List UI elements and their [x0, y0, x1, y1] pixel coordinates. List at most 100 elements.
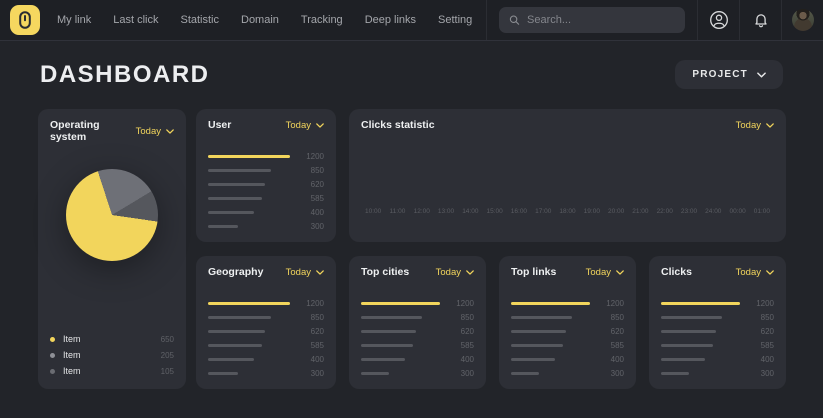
bar-line: [361, 372, 389, 375]
card-title: Top cities: [361, 266, 409, 278]
bar-row: 620: [511, 330, 624, 333]
filter-today-button[interactable]: Today: [736, 120, 774, 131]
bar-value: 585: [448, 342, 474, 350]
account-icon: [709, 10, 729, 30]
chevron-down-icon: [757, 72, 766, 78]
bar-track: [208, 169, 290, 172]
search-area: [487, 7, 697, 33]
bell-icon: [752, 11, 770, 29]
os-legend: Item650Item205Item105: [50, 334, 174, 379]
bar-row: 400: [208, 358, 324, 361]
filter-today-button[interactable]: Today: [286, 267, 324, 278]
bar-line: [208, 316, 271, 319]
bar-track: [661, 358, 740, 361]
logo[interactable]: [10, 5, 40, 35]
project-button[interactable]: PROJECT: [675, 60, 783, 89]
bar-value: 620: [298, 181, 324, 189]
pie-chart-wrap: [50, 169, 174, 261]
profile-button[interactable]: [782, 0, 823, 40]
time-tick-label: 24:00: [701, 208, 725, 215]
bar-value: 850: [598, 314, 624, 322]
cards-row-1: User Today 1200850620585400300 Clicks st…: [196, 109, 786, 242]
bar-value: 300: [298, 223, 324, 231]
search-box[interactable]: [499, 7, 685, 33]
card-clicks: Clicks Today 1200850620585400300: [649, 256, 786, 389]
bar-line: [208, 155, 290, 158]
bar-row: 1200: [208, 302, 324, 305]
notifications-button[interactable]: [740, 0, 781, 40]
search-input[interactable]: [527, 14, 675, 26]
bar-line: [661, 330, 716, 333]
bar-value: 400: [598, 356, 624, 364]
bar-track: [511, 316, 590, 319]
chevron-down-icon: [316, 270, 324, 275]
nav-item-tracking[interactable]: Tracking: [301, 14, 343, 26]
filter-today-button[interactable]: Today: [736, 267, 774, 278]
clicks-labels: 10:0011:0012:0013:0014:0015:0016:0017:00…: [361, 208, 774, 215]
time-tick-label: 13:00: [434, 208, 458, 215]
bar-track: [361, 372, 440, 375]
bar-line: [361, 330, 416, 333]
filter-today-button[interactable]: Today: [436, 267, 474, 278]
bar-track: [511, 372, 590, 375]
bar-row: 400: [208, 211, 324, 214]
bar-line: [361, 344, 413, 347]
card-title: Geography: [208, 266, 263, 278]
avatar: [792, 9, 814, 31]
bar-line: [361, 302, 440, 305]
bar-row: 850: [361, 316, 474, 319]
legend-label: Item: [63, 350, 153, 360]
chevron-down-icon: [166, 129, 174, 134]
bar-line: [361, 316, 422, 319]
filter-label: Today: [136, 126, 161, 137]
nav-item-my-link[interactable]: My link: [57, 14, 91, 26]
account-button[interactable]: [698, 0, 739, 40]
search-icon: [509, 14, 520, 26]
legend-label: Item: [63, 334, 153, 344]
legend-label: Item: [63, 366, 153, 376]
filter-today-button[interactable]: Today: [586, 267, 624, 278]
time-tick-label: 11:00: [385, 208, 409, 215]
chevron-down-icon: [466, 270, 474, 275]
legend-item: Item650: [50, 334, 174, 344]
bar-row: 585: [661, 344, 774, 347]
bar-value: 620: [298, 328, 324, 336]
link-badge-icon: [19, 11, 31, 29]
bar-row: 620: [361, 330, 474, 333]
time-tick-label: 23:00: [677, 208, 701, 215]
bar-row: 850: [511, 316, 624, 319]
nav-item-setting[interactable]: Setting: [438, 14, 472, 26]
card-top-links: Top links Today 1200850620585400300: [499, 256, 636, 389]
bar-row: 585: [361, 344, 474, 347]
bar-row: 1200: [361, 302, 474, 305]
bar-line: [511, 330, 566, 333]
nav-item-last-click[interactable]: Last click: [113, 14, 158, 26]
legend-value: 205: [161, 351, 174, 360]
bar-track: [511, 330, 590, 333]
bar-value: 300: [298, 370, 324, 378]
nav-item-domain[interactable]: Domain: [241, 14, 279, 26]
bar-line: [208, 344, 262, 347]
bar-line: [208, 372, 238, 375]
pie-chart: [66, 169, 158, 261]
bar-value: 585: [298, 195, 324, 203]
time-tick-label: 21:00: [628, 208, 652, 215]
bar-row: 620: [208, 330, 324, 333]
card-geography: Geography Today 1200850620585400300: [196, 256, 336, 389]
bar-track: [208, 183, 290, 186]
filter-today-button[interactable]: Today: [286, 120, 324, 131]
bar-track: [661, 344, 740, 347]
bar-row: 300: [361, 372, 474, 375]
bar-row: 585: [208, 197, 324, 200]
bar-track: [208, 344, 290, 347]
bar-row: 300: [208, 372, 324, 375]
filter-today-button[interactable]: Today: [136, 126, 174, 137]
nav-item-statistic[interactable]: Statistic: [180, 14, 219, 26]
bar-line: [361, 358, 405, 361]
bar-value: 1200: [598, 300, 624, 308]
chevron-down-icon: [616, 270, 624, 275]
bar-row: 1200: [511, 302, 624, 305]
legend-dot: [50, 353, 55, 358]
nav-item-deep-links[interactable]: Deep links: [365, 14, 416, 26]
time-tick-label: 15:00: [482, 208, 506, 215]
